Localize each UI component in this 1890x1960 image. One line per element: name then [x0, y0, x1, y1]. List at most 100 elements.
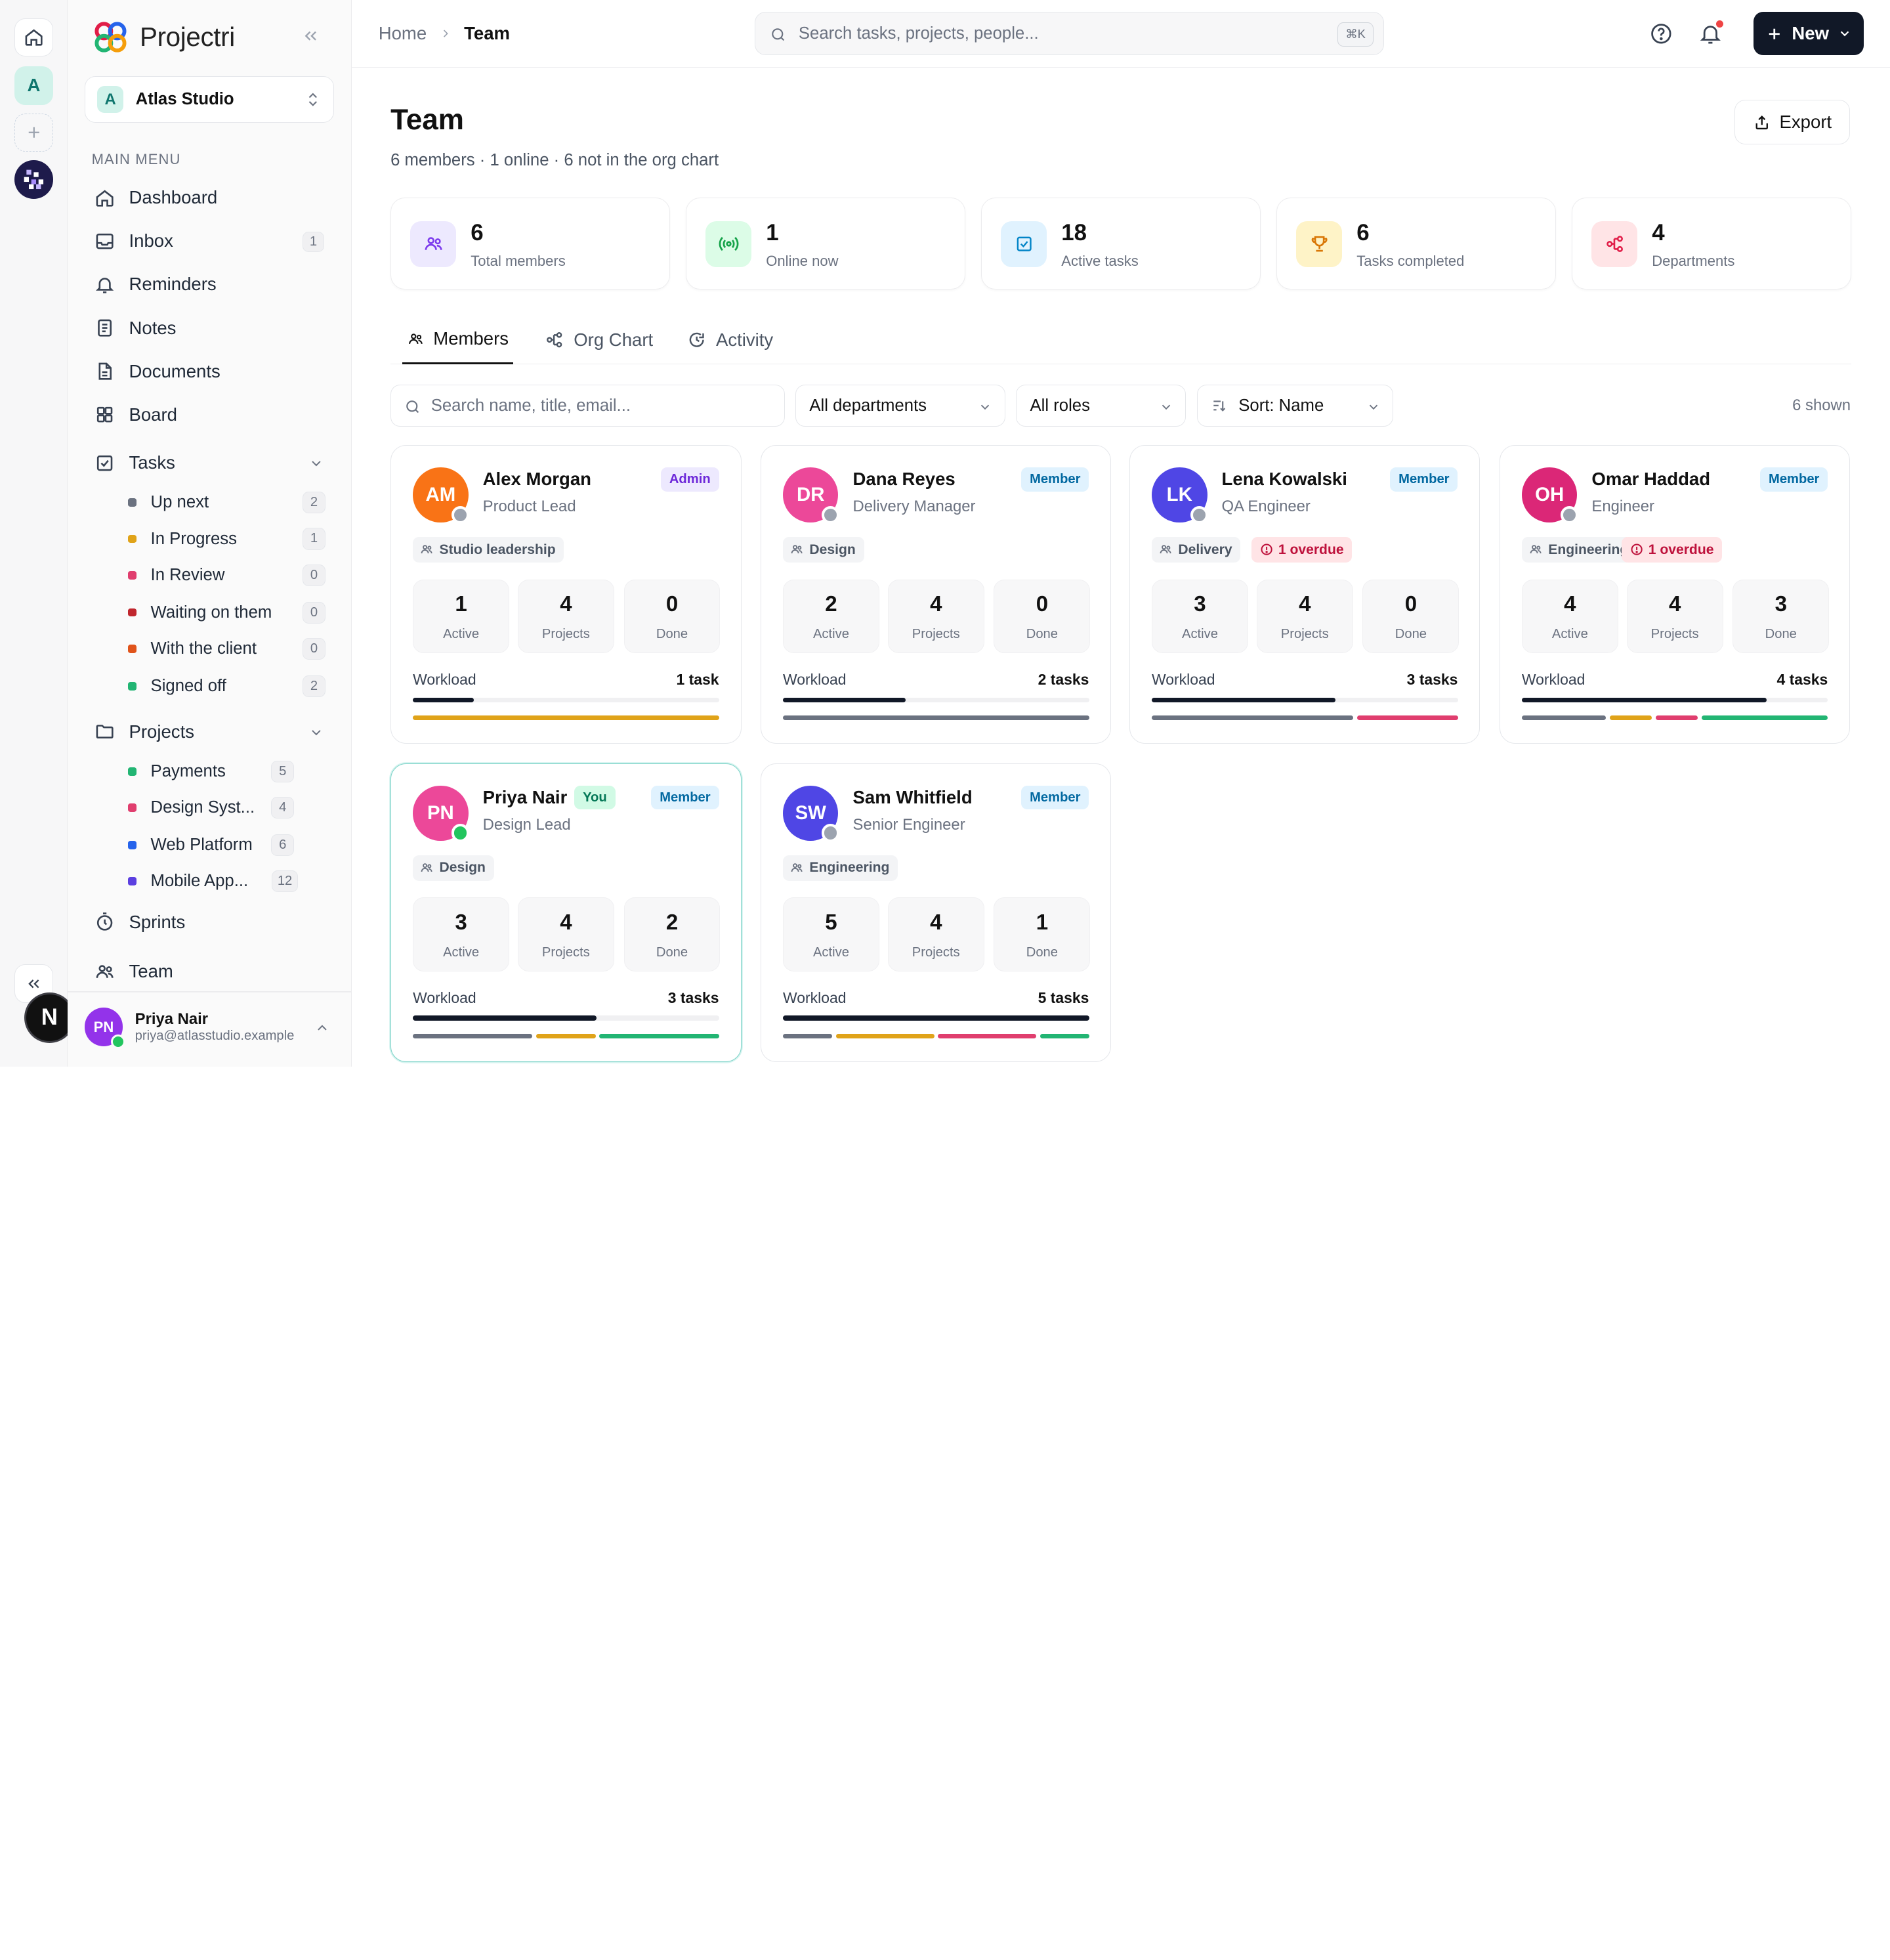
tab-activity[interactable]: Activity — [687, 316, 773, 364]
member-stat-value: 4 — [560, 910, 572, 935]
sidebar-item-reminders[interactable]: Reminders — [85, 266, 334, 303]
member-card[interactable]: LK Lena Kowalski QA Engineer Member Delivery… — [1129, 444, 1480, 744]
users-icon — [420, 543, 433, 556]
sidebar-item-inbox[interactable]: Inbox 1 — [85, 223, 334, 259]
department-tag: Studio leadership — [413, 537, 564, 563]
sidebar-task-waiting[interactable]: Waiting on them 0 — [127, 597, 326, 628]
sidebar-item-projects[interactable]: Projects — [85, 714, 334, 750]
member-stat-label: Done — [1765, 627, 1797, 642]
sort-icon — [1213, 400, 1226, 412]
workspace-selector[interactable]: A Atlas Studio — [84, 75, 334, 123]
role-select[interactable]: All roles — [1016, 384, 1186, 427]
global-search-input[interactable]: Search tasks, projects, people... ⌘K — [754, 12, 1384, 56]
sidebar-project-mobile-app[interactable]: Mobile App... 12 — [127, 866, 298, 897]
sort-select[interactable]: Sort: Name — [1196, 384, 1394, 427]
users-icon — [790, 543, 803, 556]
chevron-down-icon — [1162, 404, 1171, 410]
sidebar-task-signed-off[interactable]: Signed off 2 — [127, 670, 326, 702]
workload-bar — [1152, 697, 1458, 702]
double-chevron-left-icon — [28, 979, 39, 989]
sidebar-project-design-system[interactable]: Design Syst... 4 — [127, 792, 295, 824]
presence-dot — [451, 505, 470, 524]
app-avatar[interactable] — [14, 160, 53, 200]
sidebar-item-documents[interactable]: Documents — [85, 353, 334, 389]
project-dot — [127, 803, 136, 812]
member-initials: OH — [1535, 484, 1564, 506]
sidebar-item-team[interactable]: Team — [85, 954, 334, 990]
user-menu[interactable]: PN Priya Nair priya@atlasstudio.example — [84, 1000, 338, 1054]
role-badge: Member — [1390, 467, 1458, 492]
sidebar-item-label: Team — [129, 961, 173, 982]
sidebar-task-with-client[interactable]: With the client 0 — [127, 633, 326, 664]
workload-bar — [413, 697, 719, 702]
department-label: Studio leadership — [439, 542, 556, 557]
sidebar-item-board[interactable]: Board — [85, 396, 334, 433]
sidebar-project-payments[interactable]: Payments 5 — [127, 756, 295, 788]
sidebar-item-notes[interactable]: Notes — [85, 310, 334, 346]
member-card[interactable]: DR Dana Reyes Delivery Manager Member Design… — [760, 444, 1112, 744]
project-dot — [127, 841, 136, 849]
user-avatar: PN — [84, 1008, 125, 1049]
notifications-button[interactable] — [1698, 20, 1724, 46]
member-card[interactable]: AM Alex Morgan Product Lead Admin Studio lea… — [390, 444, 742, 744]
member-stat-label: Projects — [912, 627, 960, 642]
member-stat-label: Projects — [1280, 627, 1329, 642]
stopwatch-icon — [94, 912, 116, 933]
sidebar-project-web-platform[interactable]: Web Platform 6 — [127, 830, 295, 861]
overdue-label: 1 overdue — [1278, 542, 1344, 557]
chevron-down-icon[interactable] — [308, 456, 324, 471]
app-name: Projectri — [140, 22, 235, 53]
add-workspace-button[interactable] — [14, 113, 53, 152]
member-stat-label: Done — [1395, 627, 1427, 642]
department-select[interactable]: All departments — [795, 384, 1005, 427]
chevron-down-icon[interactable] — [308, 725, 324, 740]
member-title: Product Lead — [482, 497, 576, 515]
sidebar-item-label: Projects — [129, 721, 194, 742]
member-card[interactable]: PN Priya Nair Design Lead You Member Design 3 A… — [390, 763, 742, 1063]
sidebar-item-sprints[interactable]: Sprints — [85, 905, 334, 941]
member-name: Omar Haddad — [1591, 468, 1711, 489]
member-stat-label: Done — [656, 945, 688, 960]
project-label: Web Platform — [150, 836, 253, 855]
member-stat: 3 Active — [413, 897, 510, 971]
task-status-segments — [413, 1034, 719, 1039]
project-count-badge: 12 — [272, 870, 298, 893]
member-card[interactable]: OH Omar Haddad Engineer Member Engineering 1 … — [1499, 444, 1851, 744]
member-initials: PN — [427, 801, 454, 824]
help-button[interactable] — [1649, 22, 1673, 46]
sidebar-item-dashboard[interactable]: Dashboard — [85, 180, 334, 216]
home-rail-button[interactable] — [14, 18, 53, 57]
member-name: Dana Reyes — [852, 468, 956, 489]
sidebar-task-in-review[interactable]: In Review 0 — [127, 559, 326, 591]
sidebar-task-up-next[interactable]: Up next 2 — [127, 487, 326, 519]
status-dot — [127, 681, 136, 691]
app-logo[interactable]: Projectri — [92, 19, 235, 55]
breadcrumb-home[interactable]: Home — [379, 23, 427, 44]
new-button[interactable]: New — [1754, 12, 1864, 56]
role-badge: Member — [1021, 467, 1089, 492]
pixel-logo-icon — [24, 169, 44, 190]
task-status-segments — [783, 1034, 1089, 1039]
member-stat: 5 Active — [783, 897, 879, 971]
member-stat-label: Done — [1026, 945, 1059, 960]
sidebar-task-in-progress[interactable]: In Progress 1 — [127, 523, 326, 555]
workspace-switch-button[interactable]: A — [14, 66, 53, 105]
task-list-label: In Review — [150, 565, 225, 584]
workload-label: Workload — [413, 671, 476, 689]
app-root: { "app":{"name":"Projectri"}, "rail":{"w… — [0, 0, 1890, 1067]
tab-members[interactable]: Members — [402, 316, 514, 364]
member-search-input[interactable]: Search name, title, email... — [390, 384, 785, 427]
department-tag: Delivery — [1152, 537, 1241, 563]
collapse-sidebar-button[interactable] — [301, 26, 320, 45]
logo-icon — [94, 22, 127, 53]
tab-org-chart[interactable]: Org Chart — [545, 316, 653, 364]
workspace-badge: A — [96, 86, 124, 113]
folder-icon — [94, 721, 116, 742]
sidebar-item-tasks[interactable]: Tasks — [85, 445, 334, 481]
member-card[interactable]: SW Sam Whitfield Senior Engineer Member Engi… — [760, 763, 1112, 1063]
export-button[interactable]: Export — [1734, 100, 1851, 145]
plus-icon — [28, 127, 39, 138]
broadcast-icon — [705, 221, 752, 267]
member-title: Engineer — [1591, 497, 1654, 515]
role-badge: Member — [651, 785, 719, 810]
